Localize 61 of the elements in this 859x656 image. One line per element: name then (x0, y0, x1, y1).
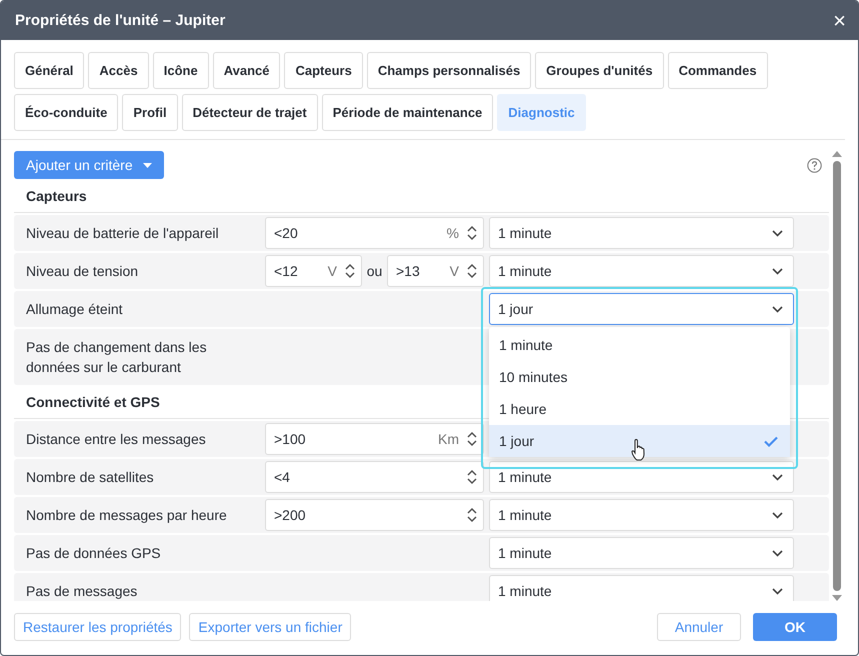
number-input-field[interactable]: >200 (265, 499, 484, 531)
dropdown-option[interactable]: 1 minute (489, 329, 790, 361)
number-input-field[interactable]: <12 V (265, 255, 362, 287)
spinner-icon[interactable] (467, 225, 477, 241)
dropdown-select[interactable]: 1 minute (489, 255, 794, 287)
criterion-label: Distance entre les messages (25, 430, 207, 449)
scrollbar[interactable] (831, 151, 843, 601)
number-input-field[interactable]: <20 % (265, 217, 484, 249)
criterion-label: Pas de messages (25, 582, 138, 601)
tab[interactable]: Général (14, 52, 84, 89)
tab[interactable]: Éco-conduite (14, 94, 118, 131)
chevron-down-icon (772, 306, 783, 312)
tab[interactable]: Icône (152, 52, 209, 89)
tab[interactable]: Commandes (668, 52, 768, 89)
window-title: Propriétés de l'unité – Jupiter (15, 12, 226, 29)
spinner-icon[interactable] (467, 263, 477, 279)
criterion-label: Nombre de messages par heure (25, 506, 228, 525)
spinner-icon[interactable] (467, 469, 477, 485)
chevron-down-icon (772, 474, 783, 480)
chevron-down-icon (772, 550, 783, 556)
number-input-field[interactable]: >100 Km (265, 423, 484, 455)
spinner-icon[interactable] (345, 263, 355, 279)
dropdown-select[interactable]: 1 minute (489, 217, 794, 249)
number-input-field[interactable]: >13 V (387, 255, 484, 287)
tab[interactable]: Groupes d'unités (535, 52, 664, 89)
close-button[interactable]: × (833, 10, 846, 32)
tab[interactable]: Champs personnalisés (366, 52, 532, 89)
chevron-down-icon (772, 230, 783, 236)
criterion-label: Allumage éteint (25, 300, 124, 319)
criterion-label: Pas de données GPS (25, 544, 162, 563)
checkmark-icon (764, 436, 778, 446)
chevron-down-icon (772, 512, 783, 518)
number-input-field[interactable]: <4 (265, 461, 484, 493)
dropdown-select[interactable]: 1 minute (489, 575, 794, 601)
chevron-down-icon (772, 268, 783, 274)
criterion-label: Niveau de tension (25, 262, 140, 281)
joiner-text: ou (366, 263, 384, 279)
tab[interactable]: Période de maintenance (322, 94, 494, 131)
criterion-label: Pas de changement dans les données sur le carburant (25, 338, 208, 377)
dropdown-option[interactable]: 1 heure (489, 393, 790, 425)
tab[interactable]: Profil (122, 94, 178, 131)
tab[interactable]: Avancé (212, 52, 280, 89)
scroll-up-arrow-icon[interactable] (832, 151, 842, 157)
section-heading: Capteurs (26, 188, 87, 204)
scroll-down-arrow-icon[interactable] (832, 595, 842, 601)
chevron-down-icon (772, 588, 783, 594)
tab[interactable]: Capteurs (284, 52, 363, 89)
criterion-label: Nombre de satellites (25, 468, 155, 487)
tab[interactable]: Détecteur de trajet (182, 94, 318, 131)
spinner-icon[interactable] (467, 431, 477, 447)
section-heading: Connectivité et GPS (26, 394, 160, 410)
dropdown-select[interactable]: 1 jour (489, 293, 794, 325)
dropdown-select[interactable]: 1 minute (489, 461, 794, 493)
spinner-icon[interactable] (467, 507, 477, 523)
help-icon[interactable] (807, 158, 822, 172)
tab[interactable]: Accès (88, 52, 149, 89)
criterion-label: Niveau de batterie de l'appareil (25, 224, 220, 243)
dropdown-select[interactable]: 1 minute (489, 499, 794, 531)
caret-icon (142, 162, 152, 168)
dropdown-option[interactable]: 10 minutes (489, 361, 790, 393)
dropdown-select[interactable]: 1 minute (489, 537, 794, 569)
